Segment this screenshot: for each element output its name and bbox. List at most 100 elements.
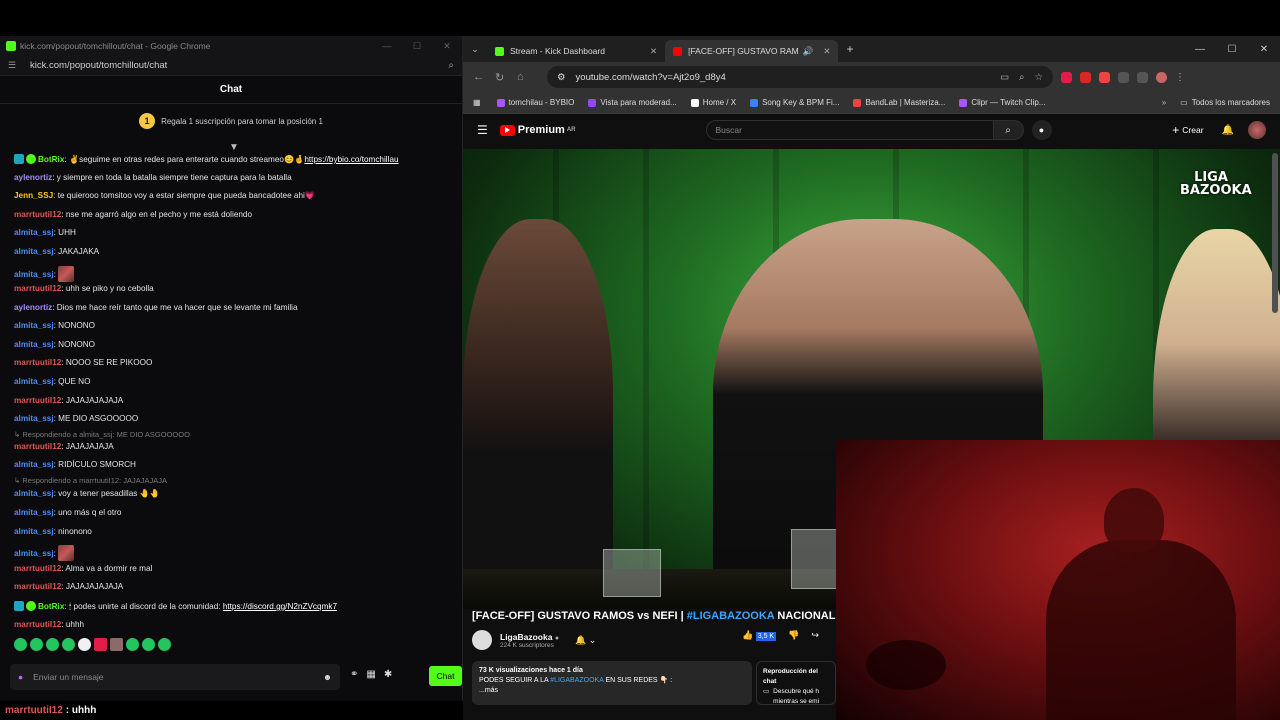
chat-username[interactable]: almita_ssj xyxy=(14,527,54,536)
chat-message[interactable]: marrtuutiI12: NOOO SE RE PIKOOO xyxy=(14,358,152,368)
chat-username[interactable]: marrtuutiI12 xyxy=(14,396,61,405)
chat-link[interactable]: https://discord.gg/N2nZVcqmk7 xyxy=(223,602,337,611)
tab-youtube-video[interactable]: [FACE-OFF] GUSTAVO RAM 🔊 ✕ xyxy=(665,40,839,62)
chat-message[interactable]: BotRix: ✌seguime en otras redes para ent… xyxy=(14,154,399,165)
send-chat-button[interactable]: Chat xyxy=(429,666,462,686)
like-button[interactable]: 👍 3,5 K xyxy=(742,630,777,641)
chat-message[interactable]: almita_ssj: voy a tener pesadillas 🤚🤚 xyxy=(14,489,160,499)
gear-icon[interactable]: ✱ xyxy=(384,669,392,680)
chat-username[interactable]: almita_ssj xyxy=(14,549,54,558)
avatar[interactable] xyxy=(1248,121,1266,139)
bookmark-item[interactable]: Clipr — Twitch Clip... xyxy=(959,98,1045,107)
bookmark-item[interactable]: Vista para moderad... xyxy=(588,98,677,107)
menu-icon[interactable]: ⋮ xyxy=(1175,72,1185,83)
minimize-icon[interactable]: — xyxy=(372,41,402,51)
reply-context[interactable]: ↳ Respondiendo a marrtuutiI12: JAJAJAJAJ… xyxy=(14,476,167,486)
reply-context[interactable]: ↳ Respondiendo a almita_ssj: ME DIO ASGO… xyxy=(14,430,190,440)
tab-search-icon[interactable]: ⌄ xyxy=(463,44,487,55)
zoom-icon[interactable]: ⌕ xyxy=(1019,72,1024,83)
chat-message[interactable]: marrtuutiI12: uhh se piko y no cebolla xyxy=(14,284,154,294)
chat-username[interactable]: almita_ssj xyxy=(14,460,54,469)
chat-username[interactable]: almita_ssj xyxy=(14,321,54,330)
filter-icon[interactable]: ▼ xyxy=(229,142,239,153)
media-icon[interactable] xyxy=(1137,71,1148,83)
bookmark-star-icon[interactable]: ☆ xyxy=(1034,72,1043,83)
store-icon[interactable]: ▦ xyxy=(366,669,375,680)
link-icon[interactable]: ⚭ xyxy=(350,669,358,680)
audio-icon[interactable]: 🔊 xyxy=(803,46,814,57)
chat-username[interactable]: aylenortiz xyxy=(14,303,52,312)
chat-username[interactable]: marrtuutiI12 xyxy=(14,284,61,293)
chat-message[interactable]: almita_ssj: uno más q el otro xyxy=(14,508,121,518)
url-text[interactable]: kick.com/popout/tomchillout/chat xyxy=(30,60,448,71)
chat-username[interactable]: marrtuutiI12 xyxy=(14,210,61,219)
emoji-icon[interactable]: ☻ xyxy=(323,672,332,682)
channel-name[interactable]: LigaBazooka ● xyxy=(500,632,559,642)
emote-icon[interactable] xyxy=(46,638,59,651)
url-bar[interactable]: ☰ kick.com/popout/tomchillout/chat ⌕ xyxy=(0,56,462,76)
chat-message[interactable]: marrtuutiI12: nse me agarró algo en el p… xyxy=(14,210,252,220)
gift-sub-banner[interactable]: 1 Regala 1 suscripción para tomar la pos… xyxy=(0,104,462,138)
reload-icon[interactable]: ↻ xyxy=(495,71,517,84)
channel-avatar[interactable] xyxy=(472,630,492,650)
close-tab-icon[interactable]: ✕ xyxy=(650,46,657,57)
chat-message[interactable]: almita_ssj: ninonono xyxy=(14,527,92,537)
search-icon[interactable]: ⌕ xyxy=(993,120,1024,140)
chat-message[interactable]: BotRix: 🕯 podes unirte al discord de la … xyxy=(14,601,337,612)
extension-icon[interactable] xyxy=(1099,71,1110,83)
close-icon[interactable]: ✕ xyxy=(1248,44,1280,55)
url-text[interactable]: youtube.com/watch?v=Ajt2o9_d8y4 xyxy=(576,72,991,83)
share-icon[interactable]: ↪ xyxy=(811,630,819,641)
emote-quick-row[interactable] xyxy=(14,638,174,651)
chat-message[interactable]: almita_ssj: QUE NO xyxy=(14,377,90,387)
profile-icon[interactable] xyxy=(1156,71,1167,83)
chat-username[interactable]: Jenn_SSJ xyxy=(14,191,53,200)
emote-icon[interactable] xyxy=(126,638,139,651)
message-input[interactable]: ● Enviar un mensaje ☻ xyxy=(10,664,340,690)
bookmark-item[interactable]: Song Key & BPM Fi... xyxy=(750,98,839,107)
emote-icon[interactable] xyxy=(142,638,155,651)
zoom-icon[interactable]: ⌕ xyxy=(448,60,454,71)
youtube-logo[interactable]: Premium AR xyxy=(499,124,576,136)
chat-message[interactable]: almita_ssj: NONONO xyxy=(14,321,95,331)
chat-username[interactable]: BotRix xyxy=(38,602,64,611)
chat-message[interactable]: marrtuutiI12: JAJAJAJAJAJA xyxy=(14,582,123,592)
chat-message[interactable]: marrtuutiI12: JAJAJAJAJAJA xyxy=(14,396,123,406)
bookmark-item[interactable]: tomchilau - BYBIO xyxy=(496,98,574,107)
emote-icon[interactable] xyxy=(78,638,91,651)
chat-username[interactable]: BotRix xyxy=(38,155,64,164)
description-box[interactable]: 73 K visualizaciones hace 1 día PODES SE… xyxy=(472,661,752,705)
chat-username[interactable]: marrtuutiI12 xyxy=(14,620,61,629)
chat-username[interactable]: almita_ssj xyxy=(14,340,54,349)
chat-message[interactable]: almita_ssj: xyxy=(14,545,75,561)
notification-bell-icon[interactable]: 🔔 ⌄ xyxy=(575,635,596,646)
emote-icon[interactable] xyxy=(62,638,75,651)
all-bookmarks[interactable]: ▭ Todos los marcadores xyxy=(1180,98,1270,107)
chat-username[interactable]: almita_ssj xyxy=(14,489,54,498)
search-input[interactable]: Buscar xyxy=(705,120,994,140)
chat-message[interactable]: almita_ssj: NONONO xyxy=(14,340,95,350)
chat-message[interactable]: almita_ssj: JAKAJAKA xyxy=(14,247,99,257)
description-hashtag[interactable]: #LIGABAZOOKA xyxy=(550,677,603,684)
chat-username[interactable]: almita_ssj xyxy=(14,247,54,256)
maximize-icon[interactable]: ☐ xyxy=(402,41,432,52)
back-icon[interactable]: ← xyxy=(473,71,495,83)
chat-message[interactable]: almita_ssj: xyxy=(14,266,75,282)
chat-username[interactable]: aylenortiz xyxy=(14,173,52,182)
chat-username[interactable]: marrtuutiI12 xyxy=(14,442,61,451)
more-link[interactable]: ...más xyxy=(479,686,745,696)
extension-icon[interactable] xyxy=(1080,71,1091,83)
chat-message[interactable]: almita_ssj: UHH xyxy=(14,228,76,238)
chat-replay-panel[interactable]: Reproducción del chat ▭ Descubre qué h mi… xyxy=(756,661,836,705)
mic-icon[interactable]: ● xyxy=(18,672,23,682)
chat-username[interactable]: almita_ssj xyxy=(14,508,54,517)
chat-message[interactable]: marrtuutiI12: uhhh xyxy=(14,620,84,630)
emote-icon[interactable] xyxy=(94,638,107,651)
emote-icon[interactable] xyxy=(14,638,27,651)
more-bookmarks-icon[interactable]: » xyxy=(1162,98,1166,107)
site-info-icon[interactable]: ⚙ xyxy=(557,72,566,83)
emote-icon[interactable] xyxy=(30,638,43,651)
chat-message[interactable]: aylenortiz: y siempre en toda la batalla… xyxy=(14,173,292,183)
minimize-icon[interactable]: — xyxy=(1184,44,1216,55)
bookmark-item[interactable]: BandLab | Masteriza... xyxy=(853,98,945,107)
